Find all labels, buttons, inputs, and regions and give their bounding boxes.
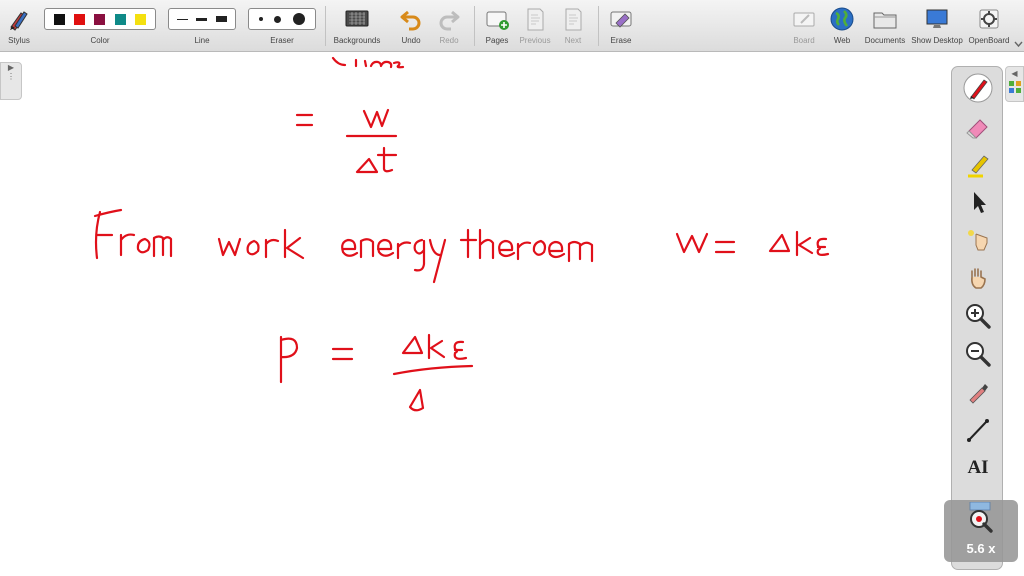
line-width-selector [168,8,236,30]
zoom-out-tool[interactable] [963,339,993,369]
folder-icon [873,12,897,29]
undo-label: Undo [401,36,421,45]
toolbar-divider [325,6,326,46]
toolbar-divider [598,6,599,46]
grip-icon: ⋮ [7,72,15,81]
erase-button[interactable]: Erase [604,4,638,48]
zoom-out-icon [966,342,991,367]
collapse-arrow-icon: ◀ [1011,69,1018,78]
openboard-label: OpenBoard [968,36,1010,45]
hand-tool[interactable] [963,263,993,293]
highlighter-icon [968,155,989,178]
erase-all-icon [610,11,632,28]
eraser-group: Eraser [248,4,316,48]
undo-button[interactable]: Undo [394,4,428,48]
minimize-arrow-icon[interactable] [1014,40,1023,48]
redo-label: Redo [439,36,459,45]
previous-label: Previous [519,36,551,45]
eraser-large[interactable] [293,13,306,25]
eraser-tool[interactable] [963,111,993,141]
previous-page-button[interactable]: Previous [516,4,554,48]
line-group: Line [168,4,236,48]
backgrounds-button[interactable]: Backgrounds [330,4,384,48]
show-desktop-button[interactable]: Show Desktop [910,4,964,48]
pen-icon [963,73,993,103]
next-page-icon [565,8,582,31]
line-medium[interactable] [196,17,208,21]
text-tool[interactable]: AI [963,453,993,483]
laser-pointer-icon [968,230,988,251]
hand-icon [971,268,986,289]
color-swatch-black[interactable] [53,13,65,25]
eraser-small[interactable] [258,17,263,21]
monitor-icon [926,9,948,28]
show-desktop-label: Show Desktop [911,36,963,45]
eraser-icon [966,119,988,139]
laser-pointer-tool[interactable] [963,225,993,255]
color-picker-icon [969,384,988,404]
line-tool-icon [967,419,989,442]
pages-label: Pages [485,36,509,45]
library-toggle[interactable]: ◀ [1005,66,1024,102]
board-icon [793,12,815,27]
tool-dock: AI [951,66,1003,570]
zoom-in-icon [966,304,991,329]
main-toolbar: Stylus Color Line Eraser Backgrounds Und… [0,0,1024,52]
color-swatch-maroon[interactable] [94,13,106,25]
pages-button[interactable]: Pages [480,4,514,48]
color-swatch-yellow[interactable] [135,13,147,25]
toolbar-divider [474,6,475,46]
eraser-medium[interactable] [274,15,282,23]
next-label: Next [564,36,582,45]
openboard-menu-button[interactable]: OpenBoard [966,4,1012,48]
board-label: Board [793,36,815,45]
stylus-label: Stylus [8,36,30,45]
redo-button[interactable]: Redo [432,4,466,48]
pen-tool[interactable] [963,73,993,103]
gear-icon [979,9,999,29]
backgrounds-icon [345,10,369,27]
line-tool[interactable] [963,415,993,445]
documents-button[interactable]: Documents [862,4,908,48]
web-label: Web [833,36,851,45]
documents-label: Documents [864,36,906,45]
zoom-indicator[interactable]: 5.6 x [944,500,1018,562]
line-thin[interactable] [177,18,189,20]
selector-tool[interactable] [963,187,993,217]
color-group: Color [44,4,156,48]
web-button[interactable]: Web [826,4,858,48]
library-icon [1008,81,1021,93]
line-label: Line [194,36,210,45]
magnifier-icon [969,502,993,533]
previous-page-icon [527,8,544,31]
line-thick[interactable] [215,16,227,22]
expand-arrow-icon: ▶ [7,63,15,72]
zoom-in-tool[interactable] [963,301,993,331]
color-swatch-red[interactable] [74,13,86,25]
stylus-icon [10,11,28,31]
redo-icon [439,10,460,31]
eraser-label: Eraser [270,36,294,45]
add-page-icon [486,11,509,30]
color-palette [44,8,156,30]
erase-label: Erase [610,36,632,45]
color-label: Color [90,36,110,45]
capture-tool[interactable] [963,377,993,407]
zoom-level: 5.6 x [966,541,996,556]
eraser-size-selector [248,8,316,30]
board-button[interactable]: Board [788,4,820,48]
next-page-button[interactable]: Next [556,4,590,48]
undo-icon [400,10,421,31]
text-tool-icon: AI [967,457,989,478]
page-list-toggle[interactable]: ▶ ⋮ [0,62,22,100]
globe-icon [830,7,854,31]
pointer-icon [974,192,986,213]
backgrounds-label: Backgrounds [333,36,381,45]
highlighter-tool[interactable] [963,149,993,179]
handwritten-ink [93,56,830,412]
color-swatch-teal[interactable] [114,13,126,25]
whiteboard-canvas[interactable] [0,52,1024,576]
stylus-button[interactable]: Stylus [2,4,36,48]
